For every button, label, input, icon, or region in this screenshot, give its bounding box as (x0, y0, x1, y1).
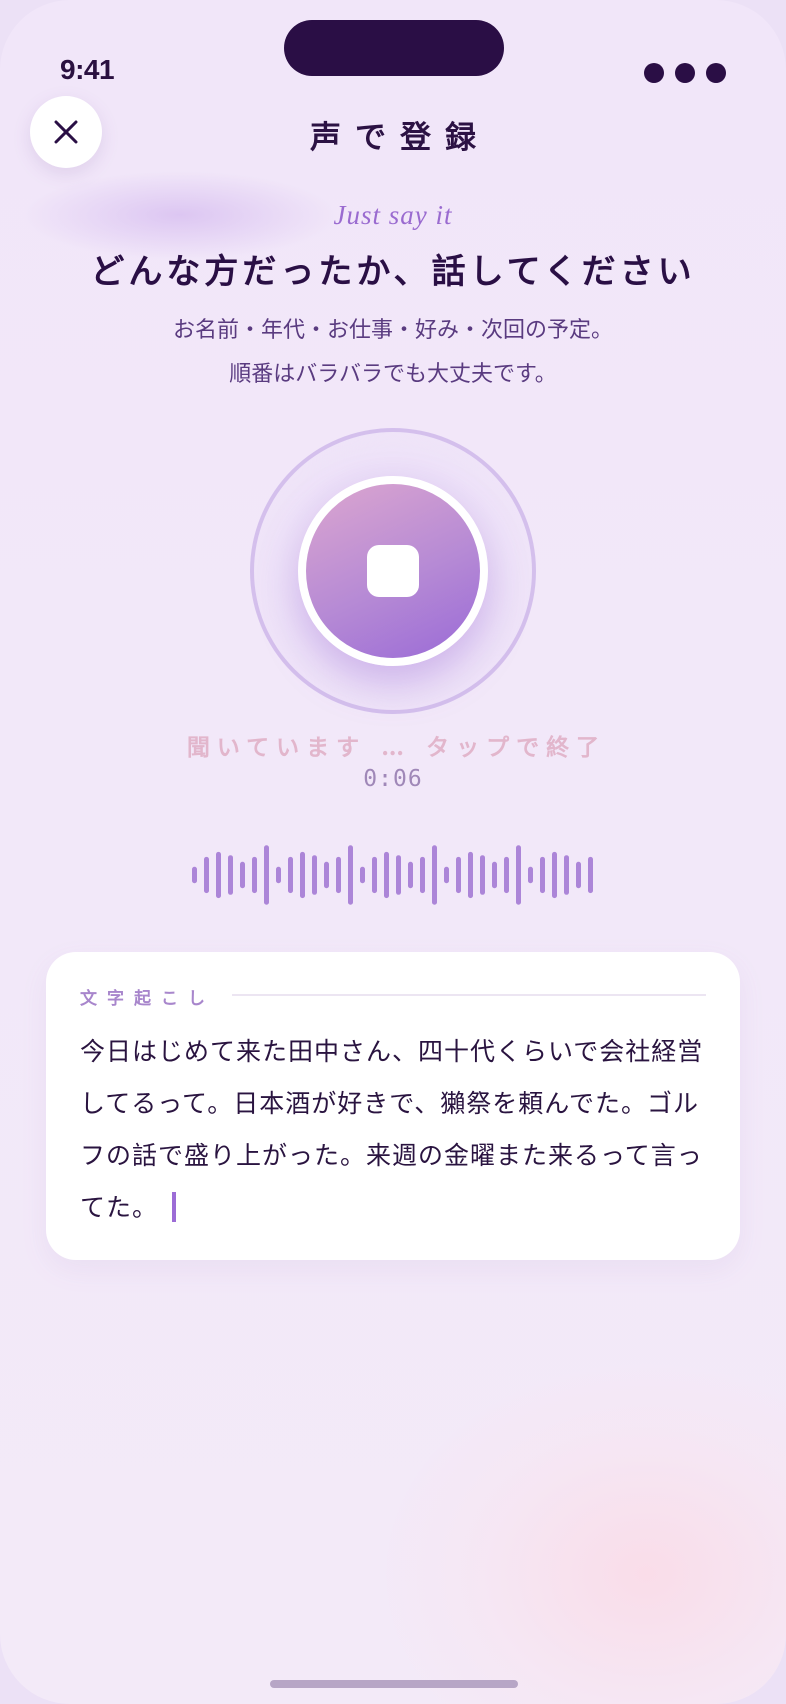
waveform-bar (396, 855, 401, 895)
waveform-bar (324, 861, 329, 889)
transcript-label: 文字起こし (80, 989, 215, 1009)
waveform-bar (264, 845, 269, 905)
dot (644, 63, 664, 83)
waveform-bar (408, 861, 413, 889)
background-glow (386, 1364, 786, 1704)
waveform-bar (588, 856, 593, 894)
subtext-line-1: お名前・年代・お仕事・好み・次回の予定。 (172, 318, 613, 343)
waveform-bar (492, 861, 497, 889)
audio-waveform (192, 845, 593, 905)
waveform-bar (504, 856, 509, 894)
waveform-bar (348, 845, 353, 905)
waveform-bar (360, 866, 365, 884)
waveform-bar (552, 851, 557, 899)
transcript-text-area[interactable]: 今日はじめて来た田中さん、四十代くらいで会社経営してるって。日本酒が好きで、獺祭… (80, 1026, 710, 1234)
waveform-bar (576, 861, 581, 889)
waveform-bar (276, 866, 281, 884)
waveform-bar (192, 866, 197, 884)
waveform-bar (372, 856, 377, 894)
waveform-bar (540, 856, 545, 894)
waveform-bar (228, 855, 233, 895)
text-cursor (172, 1192, 177, 1222)
waveform-bar (216, 851, 221, 899)
dynamic-island (284, 20, 504, 76)
waveform-bar (420, 856, 425, 894)
waveform-bar (204, 856, 209, 894)
waveform-bar (516, 845, 521, 905)
waveform-bar (336, 856, 341, 894)
recording-timer: 0:06 (363, 766, 423, 792)
waveform-bar (444, 866, 449, 884)
divider (232, 994, 706, 996)
waveform-bar (384, 851, 389, 899)
page-title: 声で登録 (310, 120, 490, 156)
status-time: 9:41 (60, 54, 115, 85)
stop-recording-button[interactable] (298, 476, 488, 666)
waveform-bar (240, 861, 245, 889)
waveform-bar (480, 855, 485, 895)
waveform-bar (252, 856, 257, 894)
recording-status: 聞いています … タップで終了 (186, 734, 607, 761)
waveform-bar (564, 855, 569, 895)
home-indicator[interactable] (270, 1680, 518, 1688)
waveform-bar (468, 851, 473, 899)
transcript-card: 文字起こし 今日はじめて来た田中さん、四十代くらいで会社経営してるって。日本酒が… (46, 952, 740, 1260)
waveform-bar (432, 845, 437, 905)
waveform-bar (312, 855, 317, 895)
subtext-line-2: 順番はバラバラでも大丈夫です。 (229, 362, 557, 387)
dot (675, 63, 695, 83)
waveform-bar (456, 856, 461, 894)
waveform-bar (288, 856, 293, 894)
more-dots-icon[interactable] (644, 63, 726, 83)
eyebrow-text: Just say it (333, 200, 453, 230)
headline: どんな方だったか、話してください (90, 252, 696, 292)
phone-screen: 9:41 声で登録 Just say it どんな方だったか、話してください お… (0, 0, 786, 1704)
waveform-bar (528, 866, 533, 884)
waveform-bar (300, 851, 305, 899)
dot (706, 63, 726, 83)
stop-icon (367, 545, 419, 597)
